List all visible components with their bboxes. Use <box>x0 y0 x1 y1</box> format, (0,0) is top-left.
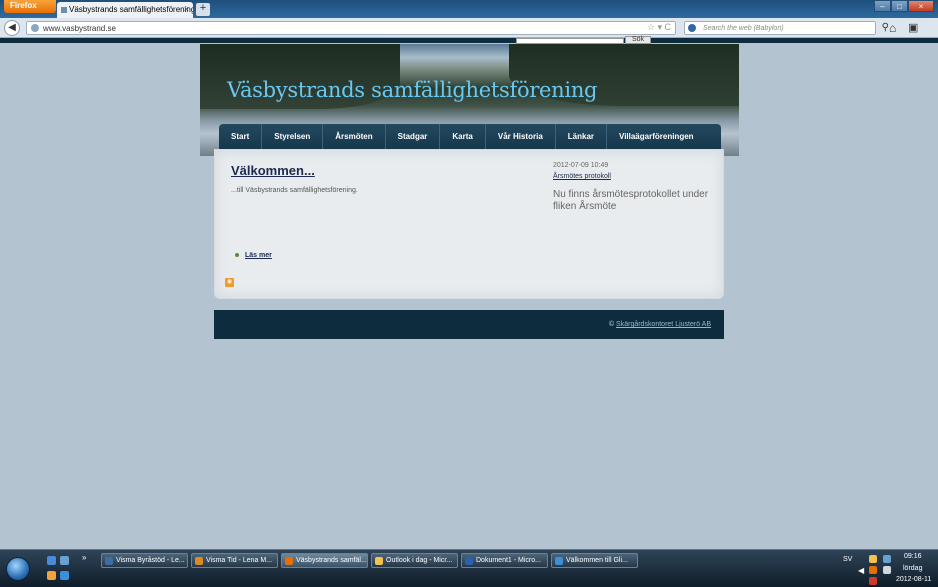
task-label: Visma Byråstöd - Le... <box>116 557 185 564</box>
volume-icon[interactable] <box>883 566 891 574</box>
nav-item-var-historia[interactable]: Vår Historia <box>486 124 556 149</box>
url-text: www.vasbystrand.se <box>43 24 116 33</box>
ie-quicklaunch-icon[interactable] <box>60 571 69 580</box>
start-button[interactable] <box>6 557 30 581</box>
minimize-button[interactable]: – <box>874 0 891 12</box>
browser-nav-bar: ◀ www.vasbystrand.se ☆ ▾ C Search the we… <box>0 18 938 38</box>
task-word[interactable]: Dokument1 - Micro... <box>461 553 548 568</box>
task-visma-byrastod[interactable]: Visma Byråstöd - Le... <box>101 553 188 568</box>
firefox-quicklaunch-icon[interactable] <box>47 571 56 580</box>
nav-item-arsmoten[interactable]: Årsmöten <box>323 124 386 149</box>
news-text: Nu finns årsmötesprotokollet under flike… <box>553 189 709 212</box>
bullet-icon <box>235 253 239 258</box>
toolbar-menu-icon[interactable]: ▣ <box>908 21 918 34</box>
search-icon[interactable]: ⚲ <box>882 22 889 33</box>
task-label: Dokument1 - Micro... <box>476 557 541 564</box>
news-date: 2012-07-09 10:49 <box>553 162 609 169</box>
word-icon <box>465 557 473 565</box>
task-label: Välkommen till Gli... <box>566 557 628 564</box>
browser-tab-bar: Firefox Väsbystrands samfällighetsföreni… <box>0 0 938 18</box>
nav-item-stadgar[interactable]: Stadgar <box>386 124 441 149</box>
tab-title: Väsbystrands samfällighetsförening <box>69 5 193 14</box>
nav-item-styrelsen[interactable]: Styrelsen <box>262 124 324 149</box>
tray-app-icon[interactable] <box>869 555 877 563</box>
network-icon[interactable] <box>883 555 891 563</box>
clock-time[interactable]: 09:16 <box>904 553 922 560</box>
switch-windows-icon[interactable] <box>60 556 69 565</box>
tray-app-icon-2[interactable] <box>869 566 877 574</box>
firefox-menu-button[interactable]: Firefox <box>4 0 56 13</box>
window-close-button[interactable]: × <box>908 0 934 12</box>
task-label: Visma Tid - Lena M... <box>206 557 273 564</box>
bookmark-reload-icons[interactable]: ☆ ▾ C <box>647 22 671 33</box>
tab-close-icon[interactable]: × <box>184 4 189 14</box>
footer-credit: © Skärgårdskontoret Ljusterö AB <box>609 321 711 328</box>
nav-item-villaagarforeningen[interactable]: Villaägarföreningen <box>607 124 706 149</box>
outlook-icon <box>375 557 383 565</box>
show-desktop-icon[interactable] <box>47 556 56 565</box>
new-tab-button[interactable]: + <box>196 3 210 16</box>
task-internet-explorer[interactable]: Välkommen till Gli... <box>551 553 638 568</box>
rss-icon[interactable]: ◉ <box>225 278 234 287</box>
globe-icon <box>31 24 39 32</box>
language-indicator[interactable]: SV <box>843 556 852 563</box>
firefox-icon <box>285 557 293 565</box>
nav-item-start[interactable]: Start <box>219 124 263 149</box>
site-footer: © Skärgårdskontoret Ljusterö AB <box>214 310 724 339</box>
main-nav: Start Styrelsen Årsmöten Stadgar Karta V… <box>219 124 721 149</box>
nav-item-lankar[interactable]: Länkar <box>556 124 607 149</box>
site-favicon-icon <box>61 7 67 13</box>
clock-date[interactable]: 2012-08-11 <box>896 576 931 583</box>
footer-link[interactable]: Skärgårdskontoret Ljusterö AB <box>616 321 711 328</box>
task-firefox[interactable]: Väsbystrands samfäl... <box>281 553 368 568</box>
read-more-link[interactable]: Läs mer <box>245 252 272 259</box>
read-more-item: Läs mer <box>235 252 272 259</box>
tray-alert-icon[interactable] <box>869 577 877 585</box>
home-icon[interactable]: ⌂ <box>889 21 896 35</box>
task-outlook[interactable]: Outlook i dag - Micr... <box>371 553 458 568</box>
visma-tid-icon <box>195 557 203 565</box>
page-top-strip <box>0 38 938 43</box>
content-panel: Välkommen... ...till Väsbystrands samfäl… <box>214 149 724 299</box>
ie-icon <box>555 557 563 565</box>
address-bar[interactable]: www.vasbystrand.se ☆ ▾ C <box>26 21 676 35</box>
web-search-input[interactable]: Search the web (Babylon) ⚲ <box>684 21 889 35</box>
task-visma-tid[interactable]: Visma Tid - Lena M... <box>191 553 278 568</box>
site-search-button[interactable]: Sök <box>625 36 651 44</box>
windows-taskbar: » Visma Byråstöd - Le... Visma Tid - Len… <box>0 549 938 587</box>
news-title-link[interactable]: Årsmötes protokoll <box>553 173 611 180</box>
search-placeholder: Search the web (Babylon) <box>703 25 784 32</box>
nav-item-karta[interactable]: Karta <box>440 124 486 149</box>
maximize-button[interactable]: □ <box>891 0 908 12</box>
welcome-heading-link[interactable]: Välkommen... <box>231 163 315 178</box>
clock-day[interactable]: lördag <box>903 565 922 572</box>
quicklaunch-more-icon[interactable]: » <box>82 553 86 562</box>
copyright-symbol: © <box>608 321 615 328</box>
task-label: Outlook i dag - Micr... <box>386 557 453 564</box>
back-arrow-icon[interactable]: ◀ <box>4 20 20 36</box>
tray-expand-icon[interactable]: ◀ <box>858 566 864 575</box>
window-controls: – □ × <box>874 0 934 12</box>
taskbar-buttons: Visma Byråstöd - Le... Visma Tid - Lena … <box>101 553 638 568</box>
search-engine-icon[interactable] <box>688 24 696 32</box>
visma-app-icon <box>105 557 113 565</box>
task-label: Väsbystrands samfäl... <box>296 557 367 564</box>
welcome-subtitle: ...till Väsbystrands samfällighetsföreni… <box>231 187 358 194</box>
browser-tab[interactable]: Väsbystrands samfällighetsförening × <box>57 2 193 18</box>
site-title[interactable]: Väsbystrands samfällighetsförening <box>227 78 598 102</box>
